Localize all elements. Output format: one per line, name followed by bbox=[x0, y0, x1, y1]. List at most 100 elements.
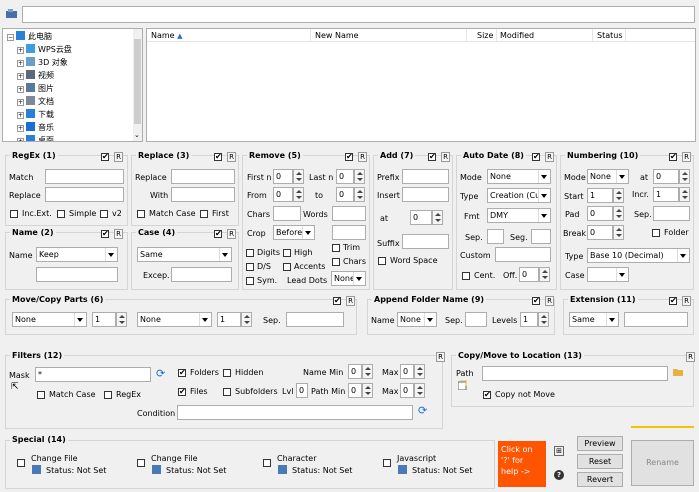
numbering-case-select[interactable] bbox=[587, 267, 629, 282]
filters-name-max-spinner[interactable] bbox=[414, 364, 425, 379]
append-enable-checkbox[interactable] bbox=[532, 295, 540, 306]
expand-icon[interactable]: + bbox=[17, 60, 24, 67]
regex-inc-ext-checkbox[interactable] bbox=[10, 210, 18, 218]
extension-enable-checkbox[interactable] bbox=[669, 295, 677, 306]
tree-item[interactable]: + 音乐 bbox=[17, 121, 54, 134]
autodate-custom-input[interactable] bbox=[495, 247, 551, 262]
remove-enable-checkbox[interactable] bbox=[345, 151, 353, 162]
case-reset-button[interactable]: R bbox=[227, 229, 236, 239]
move-count-1-spinner[interactable] bbox=[116, 312, 127, 327]
revert-button[interactable]: Revert bbox=[577, 472, 623, 487]
move-select-2[interactable]: None bbox=[137, 312, 212, 327]
column-header-size[interactable]: Size bbox=[477, 31, 493, 40]
append-levels-spinner[interactable] bbox=[538, 312, 549, 327]
remove-crop-input[interactable] bbox=[332, 225, 366, 240]
move-count-2[interactable]: 1 bbox=[217, 312, 241, 327]
autodate-cent-checkbox[interactable] bbox=[462, 272, 470, 280]
filters-match-case-checkbox[interactable] bbox=[37, 391, 45, 399]
numbering-break-spinner[interactable] bbox=[613, 225, 624, 240]
name-enable-checkbox[interactable] bbox=[101, 228, 109, 239]
special-javascript-checkbox[interactable] bbox=[383, 459, 391, 467]
remove-trim-checkbox[interactable] bbox=[332, 244, 340, 252]
remove-accents-checkbox[interactable] bbox=[283, 263, 291, 271]
special-change-file-2-checkbox[interactable] bbox=[137, 459, 145, 467]
remove-reset-button[interactable]: R bbox=[358, 152, 367, 162]
column-header-name[interactable]: Name ▲ bbox=[151, 31, 183, 40]
case-excep-input[interactable] bbox=[171, 267, 232, 282]
numbering-reset-button[interactable]: R bbox=[682, 152, 691, 162]
tree-item[interactable]: + WPS云盘 bbox=[17, 43, 72, 56]
special-character-checkbox[interactable] bbox=[263, 459, 271, 467]
preview-button[interactable]: Preview bbox=[577, 436, 623, 451]
regex-replace-input[interactable] bbox=[45, 187, 124, 202]
add-prefix-input[interactable] bbox=[402, 169, 449, 184]
numbering-pad-input[interactable]: 0 bbox=[587, 206, 613, 221]
autodate-off-spinner[interactable] bbox=[539, 267, 550, 282]
name-input[interactable] bbox=[36, 267, 118, 282]
numbering-at-input[interactable]: 0 bbox=[653, 169, 679, 184]
filters-path-min-spinner[interactable] bbox=[362, 383, 373, 398]
add-reset-button[interactable]: R bbox=[441, 152, 450, 162]
filters-path-min-input[interactable]: 0 bbox=[348, 383, 362, 398]
replace-reset-button[interactable]: R bbox=[227, 152, 236, 162]
filter-options-icon[interactable]: ⇱ bbox=[11, 383, 19, 392]
remove-chars2-checkbox[interactable] bbox=[332, 258, 340, 266]
append-name-select[interactable]: None bbox=[397, 312, 437, 327]
remove-high-checkbox[interactable] bbox=[283, 249, 291, 257]
tree-item[interactable]: + 视频 bbox=[17, 69, 54, 82]
regex-reset-button[interactable]: R bbox=[114, 152, 123, 162]
help-banner[interactable]: Click on '?' for help -> bbox=[498, 441, 546, 487]
replace-replace-input[interactable] bbox=[171, 169, 235, 184]
remove-digits-checkbox[interactable] bbox=[246, 249, 254, 257]
column-header-status[interactable]: Status bbox=[597, 31, 623, 40]
move-count-2-spinner[interactable] bbox=[241, 312, 252, 327]
tree-item[interactable]: +3D 对象 bbox=[17, 56, 68, 69]
filters-path-max-input[interactable]: 0 bbox=[400, 383, 414, 398]
filters-hidden-checkbox[interactable] bbox=[223, 369, 231, 377]
browse-folder-icon[interactable] bbox=[673, 368, 683, 376]
extension-reset-button[interactable]: R bbox=[682, 296, 691, 306]
case-select[interactable]: Same bbox=[137, 247, 232, 262]
numbering-break-input[interactable]: 0 bbox=[587, 225, 613, 240]
remove-to-spinner[interactable] bbox=[354, 187, 365, 202]
rename-button[interactable]: Rename bbox=[631, 440, 694, 486]
replace-first-checkbox[interactable] bbox=[200, 210, 208, 218]
add-insert-input[interactable] bbox=[402, 187, 449, 202]
filters-lvl-input[interactable]: 0 bbox=[296, 383, 308, 398]
autodate-fmt-select[interactable]: DMY bbox=[487, 208, 551, 223]
filters-regex-checkbox[interactable] bbox=[104, 391, 112, 399]
append-reset-button[interactable]: R bbox=[545, 296, 554, 306]
remove-crop-select[interactable]: Before bbox=[273, 225, 315, 240]
replace-enable-checkbox[interactable] bbox=[214, 151, 222, 162]
file-list[interactable]: Name ▲ New Name Size Modified Status bbox=[146, 28, 696, 142]
autodate-enable-checkbox[interactable] bbox=[532, 151, 540, 162]
folder-tree[interactable]: − 此电脑 + WPS云盘 +3D 对象 + 视频 + 图片 + 文档 + 下载 + 音乐 + 桌面 ⌄ bbox=[2, 28, 143, 142]
tree-item[interactable]: + 桌面 bbox=[17, 134, 54, 141]
numbering-type-select[interactable]: Base 10 (Decimal) bbox=[587, 248, 690, 263]
remove-to-input[interactable]: 0 bbox=[336, 187, 354, 202]
expand-icon[interactable]: + bbox=[17, 47, 24, 54]
options-icon[interactable]: ⊞ bbox=[554, 446, 564, 456]
add-at-input[interactable]: 0 bbox=[410, 210, 432, 225]
copymove-not-move-checkbox[interactable] bbox=[483, 389, 491, 400]
remove-last-n-input[interactable]: 0 bbox=[336, 169, 354, 184]
move-reset-button[interactable]: R bbox=[346, 296, 355, 306]
regex-enable-checkbox[interactable] bbox=[101, 151, 109, 162]
expand-icon[interactable]: + bbox=[17, 112, 24, 119]
copymove-reset-button[interactable]: R bbox=[686, 352, 695, 362]
name-reset-button[interactable]: R bbox=[114, 229, 123, 239]
move-count-1[interactable]: 1 bbox=[92, 312, 116, 327]
tree-scrollbar[interactable]: ⌄ bbox=[133, 29, 142, 141]
filters-path-max-spinner[interactable] bbox=[414, 383, 425, 398]
name-select[interactable]: Keep bbox=[36, 247, 118, 262]
add-word-space-checkbox[interactable] bbox=[378, 257, 386, 265]
add-enable-checkbox[interactable] bbox=[428, 151, 436, 162]
expand-icon[interactable]: + bbox=[17, 99, 24, 106]
numbering-at-spinner[interactable] bbox=[679, 169, 690, 184]
add-at-spinner[interactable] bbox=[432, 210, 443, 225]
regex-simple-checkbox[interactable] bbox=[57, 210, 65, 218]
copymove-path-input[interactable] bbox=[482, 366, 668, 381]
filters-files-checkbox[interactable] bbox=[178, 386, 186, 397]
filters-folders-checkbox[interactable] bbox=[178, 367, 186, 378]
filters-subfolders-checkbox[interactable] bbox=[223, 388, 231, 396]
